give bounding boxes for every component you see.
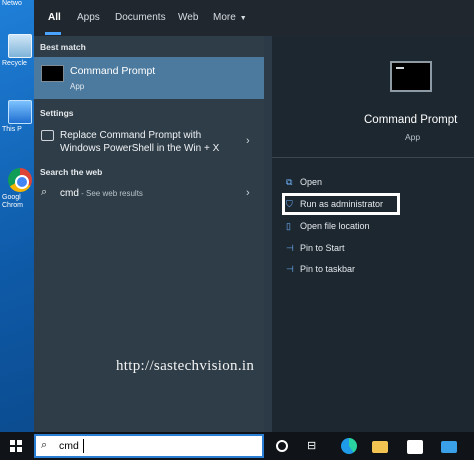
web-search-query: cmd - See web results	[60, 188, 143, 199]
details-type: App	[405, 132, 421, 142]
action-open-file-location[interactable]: ▯ Open file location	[286, 221, 370, 232]
chrome-icon	[8, 168, 32, 192]
tab-documents[interactable]: Documents	[115, 12, 166, 23]
tab-more-label: More	[213, 12, 236, 23]
desktop-icon-label: Netwo	[2, 0, 22, 7]
search-web-header: Search the web	[40, 167, 103, 177]
windows-logo-icon	[10, 440, 15, 445]
chevron-down-icon: ▼	[239, 15, 247, 22]
best-match-item[interactable]: Command Prompt App	[34, 57, 264, 99]
best-match-header: Best match	[40, 42, 86, 52]
search-input[interactable]: cmd	[59, 440, 79, 452]
action-pin-to-start[interactable]: ⊣ Pin to Start	[286, 243, 345, 254]
mail-icon[interactable]	[441, 441, 457, 453]
web-query-text: cmd	[60, 188, 79, 199]
task-view-icon[interactable]: ⊟	[307, 439, 323, 455]
search-icon: ⌕	[41, 439, 48, 451]
web-results-hint: - See web results	[78, 189, 143, 198]
settings-toggle-icon	[41, 130, 54, 141]
desktop-icon-label: Googl Chrom	[2, 194, 24, 209]
settings-header: Settings	[40, 108, 74, 118]
setting-item-label: Replace Command Prompt with Windows Powe…	[60, 130, 220, 154]
edge-icon[interactable]	[341, 438, 357, 454]
taskbar: ⌕ cmd ⊟	[0, 432, 474, 460]
pin-icon: ⊣	[286, 264, 294, 274]
details-pane: Command Prompt App ⧉ Open ⛉ Run as adminis…	[272, 36, 474, 432]
pin-icon: ⊣	[286, 243, 294, 253]
setting-item[interactable]: Replace Command Prompt with Windows Powe…	[34, 123, 264, 159]
action-pin-start-label: Pin to Start	[300, 243, 345, 253]
desktop-icon-chrome[interactable]: Googl Chrom	[2, 168, 34, 210]
store-icon[interactable]	[407, 440, 423, 454]
action-file-location-label: Open file location	[300, 221, 370, 231]
web-search-item[interactable]: ⌕ cmd - See web results ›	[34, 184, 264, 204]
search-icon: ⌕	[41, 186, 48, 198]
tab-web[interactable]: Web	[178, 12, 198, 23]
divider	[272, 157, 474, 158]
action-pin-to-taskbar[interactable]: ⊣ Pin to taskbar	[286, 264, 355, 275]
details-title: Command Prompt	[364, 114, 458, 126]
search-tabs: All Apps Documents Web More ▼	[34, 0, 474, 36]
desktop-icon-this-pc[interactable]: This P	[2, 100, 34, 134]
file-icon: ▯	[286, 221, 291, 231]
action-open[interactable]: ⧉ Open	[286, 177, 322, 188]
chevron-right-icon[interactable]: ›	[246, 187, 250, 199]
file-explorer-icon[interactable]	[372, 441, 388, 453]
windows-logo-icon	[17, 440, 22, 445]
best-match-subtitle: App	[70, 82, 85, 91]
chevron-right-icon[interactable]: ›	[246, 135, 250, 147]
desktop-icon-label: This P	[2, 126, 22, 133]
tab-more[interactable]: More ▼	[213, 12, 247, 23]
command-prompt-icon	[41, 65, 64, 82]
windows-logo-icon	[17, 447, 22, 452]
shield-icon: ⛉	[286, 199, 293, 209]
action-run-as-administrator[interactable]: ⛉ Run as administrator	[286, 199, 383, 210]
windows-logo-icon	[10, 447, 15, 452]
text-cursor	[83, 439, 84, 453]
tab-apps[interactable]: Apps	[77, 12, 100, 23]
computer-icon	[8, 100, 32, 124]
active-tab-indicator	[45, 32, 61, 35]
desktop-icon-network[interactable]: Netwo	[2, 0, 34, 8]
watermark-url: http://sastechvision.in	[116, 358, 255, 374]
tab-all[interactable]: All	[48, 12, 61, 23]
windows-start-button[interactable]	[10, 440, 22, 452]
action-run-admin-label: Run as administrator	[300, 199, 384, 209]
action-pin-taskbar-label: Pin to taskbar	[300, 264, 356, 274]
taskbar-search-box[interactable]: ⌕ cmd	[34, 434, 264, 458]
desktop-icon-label: Recycle	[2, 60, 27, 67]
command-prompt-large-icon	[390, 61, 432, 92]
action-open-label: Open	[300, 177, 323, 187]
desktop-icon-recycle-bin[interactable]: Recycle	[2, 34, 34, 68]
recycle-bin-icon	[8, 34, 32, 58]
best-match-title: Command Prompt	[70, 65, 156, 77]
open-icon: ⧉	[286, 177, 293, 187]
cortana-icon[interactable]	[276, 440, 288, 452]
